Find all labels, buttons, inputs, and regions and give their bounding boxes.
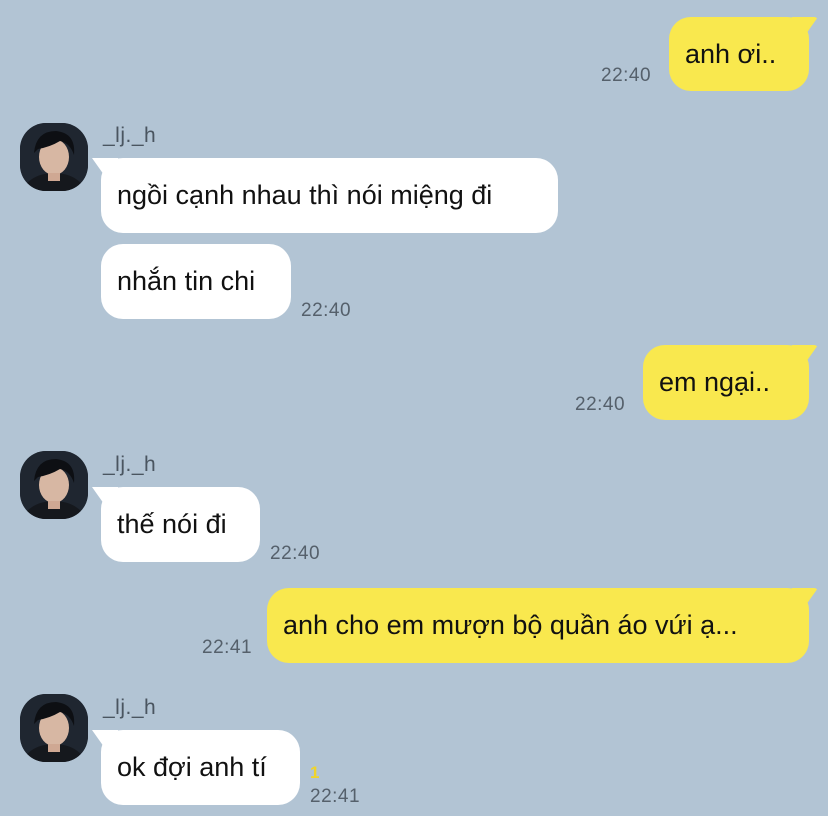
avatar[interactable] (20, 123, 88, 191)
message-bubble-outgoing[interactable]: anh ơi.. (669, 17, 809, 91)
message-text: ok đợi anh tí (117, 752, 267, 782)
message-timestamp: 22:41 (202, 637, 253, 658)
message-timestamp: 22:40 (270, 543, 321, 564)
message-text: ngồi cạnh nhau thì nói miệng đi (117, 180, 493, 210)
message-timestamp: 22:41 (310, 786, 361, 807)
message-text: nhắn tin chi (117, 266, 256, 296)
message-text: thế nói đi (117, 509, 227, 539)
message-bubble-outgoing[interactable]: anh cho em mượn bộ quần áo vứi ạ... (267, 588, 809, 663)
profile-photo-icon (20, 123, 88, 191)
message-text: em ngại.. (659, 367, 771, 397)
message-bubble-incoming[interactable]: ngồi cạnh nhau thì nói miệng đi (101, 158, 558, 233)
message-timestamp: 22:40 (301, 300, 352, 321)
message-timestamp: 22:40 (575, 394, 626, 415)
message-bubble-incoming[interactable]: ok đợi anh tí (101, 730, 300, 805)
message-timestamp: 22:40 (601, 65, 652, 86)
sender-name: _lj._h (103, 453, 157, 476)
sender-name: _lj._h (103, 124, 157, 147)
avatar[interactable] (20, 451, 88, 519)
message-text: anh cho em mượn bộ quần áo vứi ạ... (283, 610, 738, 640)
avatar[interactable] (20, 694, 88, 762)
message-bubble-outgoing[interactable]: em ngại.. (643, 345, 809, 420)
message-bubble-incoming[interactable]: nhắn tin chi (101, 244, 291, 319)
message-text: anh ơi.. (685, 39, 777, 69)
profile-photo-icon (20, 451, 88, 519)
unread-count: 1 (310, 763, 320, 782)
sender-name: _lj._h (103, 696, 157, 719)
message-bubble-incoming[interactable]: thế nói đi (101, 487, 260, 562)
profile-photo-icon (20, 694, 88, 762)
